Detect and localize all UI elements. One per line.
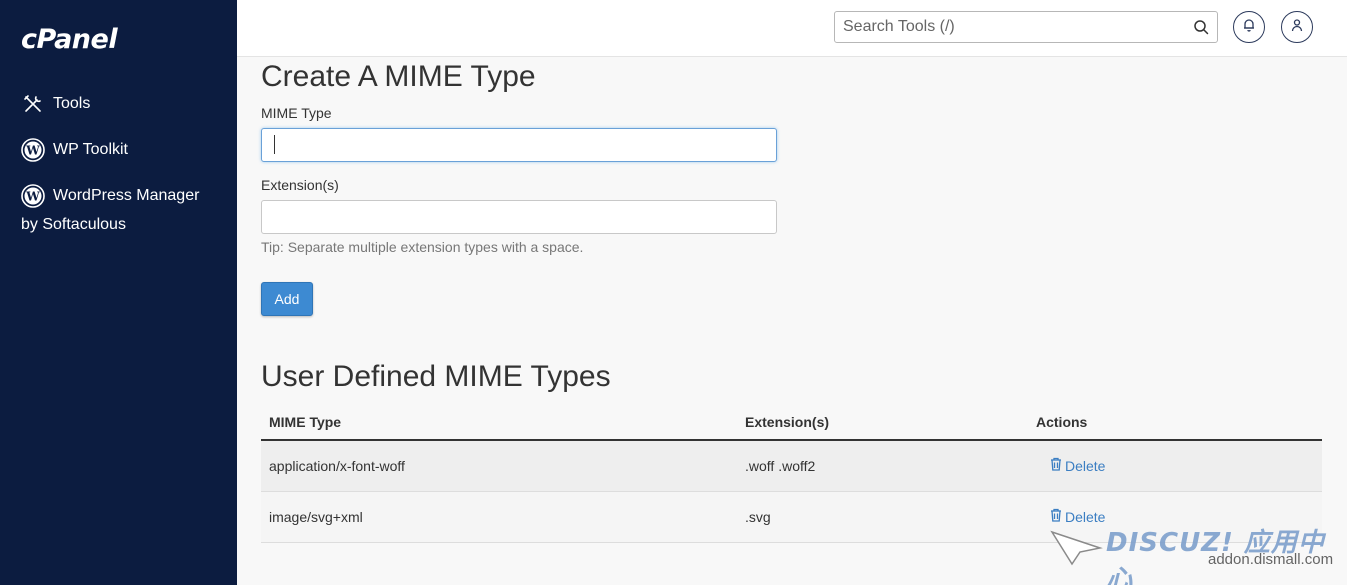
cursor-arrow-icon <box>1050 526 1104 571</box>
trash-icon <box>1050 457 1062 474</box>
sidebar-item-tools[interactable]: Tools <box>21 92 90 116</box>
column-header-extensions[interactable]: Extension(s) <box>745 414 829 430</box>
search-icon[interactable] <box>1193 19 1209 40</box>
extensions-tip: Tip: Separate multiple extension types w… <box>261 239 584 255</box>
extensions-input[interactable] <box>261 200 777 234</box>
section-title: User Defined MIME Types <box>261 360 611 393</box>
watermark: DISCUZ! 应用中心 addon.dismall.com <box>1050 520 1335 585</box>
sidebar-item-label: WordPress Manager <box>53 187 200 204</box>
cpanel-logo[interactable]: cPanel <box>21 24 118 55</box>
text-caret <box>274 135 275 154</box>
mime-type-cell: image/svg+xml <box>269 509 363 525</box>
sidebar-item-label-line2[interactable]: by Softaculous <box>21 216 126 234</box>
extensions-label: Extension(s) <box>261 177 339 193</box>
sidebar-item-label: WP Toolkit <box>53 141 128 158</box>
wordpress-icon: W <box>21 138 45 162</box>
page-title: Create A MIME Type <box>261 60 536 93</box>
column-header-mime-type[interactable]: MIME Type <box>269 414 341 430</box>
topbar <box>237 0 1347 57</box>
svg-text:W: W <box>25 190 40 204</box>
mime-type-input[interactable] <box>261 128 777 162</box>
sidebar-item-label: Tools <box>53 95 91 112</box>
table-row: application/x-font-woff .woff .woff2 Del… <box>261 441 1322 492</box>
bell-icon <box>1242 18 1256 37</box>
sidebar: cPanel Tools W WP Toolkit W WordPress Ma… <box>0 0 237 585</box>
extensions-cell: .woff .woff2 <box>745 458 816 474</box>
column-header-actions: Actions <box>1036 414 1088 430</box>
user-icon <box>1290 18 1304 37</box>
mime-type-label: MIME Type <box>261 105 332 121</box>
tools-icon <box>21 92 45 116</box>
wordpress-icon: W <box>21 184 45 208</box>
sidebar-item-wp-toolkit[interactable]: W WP Toolkit <box>21 138 128 162</box>
svg-text:W: W <box>25 144 40 158</box>
delete-label: Delete <box>1065 457 1106 474</box>
search-box <box>834 11 1218 43</box>
notifications-button[interactable] <box>1233 11 1265 43</box>
user-menu-button[interactable] <box>1281 11 1313 43</box>
extensions-cell: .svg <box>745 509 771 525</box>
table-header: MIME Type Extension(s) Actions <box>261 404 1322 441</box>
watermark-url: addon.dismall.com <box>1208 551 1334 568</box>
sidebar-item-wordpress-manager[interactable]: W WordPress Manager <box>21 184 199 212</box>
mime-type-cell: application/x-font-woff <box>269 458 405 474</box>
add-button[interactable]: Add <box>261 282 313 316</box>
search-input[interactable] <box>835 12 1175 42</box>
delete-button[interactable]: Delete <box>1050 457 1105 474</box>
